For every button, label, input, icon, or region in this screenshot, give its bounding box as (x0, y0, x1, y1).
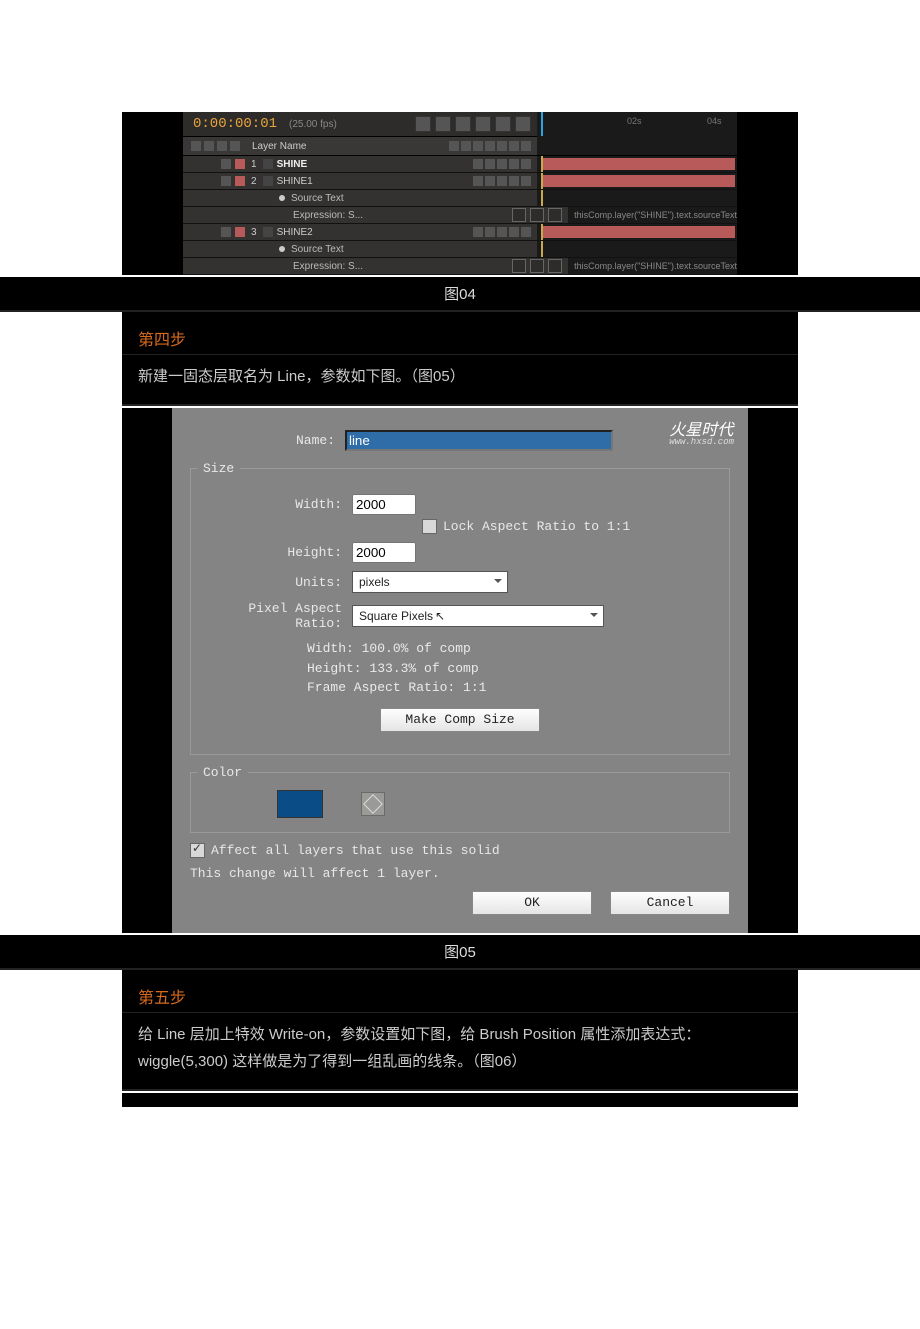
expression-label: Expression: S... (293, 261, 363, 272)
width-label: Width: (197, 497, 352, 512)
layer-row[interactable]: 3 SHINE2 (183, 224, 737, 241)
layer-row[interactable]: 2 SHINE1 (183, 173, 737, 190)
property-row[interactable]: Source Text (183, 241, 737, 258)
step4-body: 新建一固态层取名为 Line，参数如下图。（图05） (122, 355, 798, 406)
figure-05: 火星时代 www.hxsd.com Name: Size Width: Lock… (122, 408, 798, 933)
expr-graph-icon[interactable] (530, 259, 544, 273)
tool-icon[interactable] (475, 116, 491, 132)
tool-icon[interactable] (415, 116, 431, 132)
expression-text[interactable]: thisComp.layer("SHINE").text.sourceText (574, 210, 737, 220)
ok-button[interactable]: OK (472, 891, 592, 915)
ruler-tick: 02s (627, 116, 642, 126)
layer-index: 2 (251, 176, 257, 187)
twirl-icon[interactable] (221, 159, 231, 169)
layer-bar[interactable] (543, 158, 735, 170)
name-label: Name: (190, 433, 345, 448)
expr-toggle-icon[interactable] (512, 259, 526, 273)
timecode[interactable]: 0:00:00:01 (183, 116, 289, 132)
stopwatch-icon[interactable] (279, 246, 285, 252)
units-label: Units: (197, 575, 352, 590)
par-label: Pixel Aspect Ratio: (197, 601, 352, 631)
step5-body: 给 Line 层加上特效 Write-on，参数设置如下图，给 Brush Po… (122, 1013, 798, 1091)
eye-icon[interactable] (191, 141, 201, 151)
units-dropdown[interactable]: pixels (352, 571, 508, 593)
ae-timeline: 0:00:00:01 (25.00 fps) 02s 04s (183, 112, 737, 275)
affect-note: This change will affect 1 layer. (190, 866, 730, 881)
lock-aspect-checkbox[interactable] (422, 519, 437, 534)
size-group: Size Width: Lock Aspect Ratio to 1:1 Hei… (190, 461, 730, 755)
watermark-logo: 火星时代 www.hxsd.com (669, 416, 734, 447)
tool-icon[interactable] (435, 116, 451, 132)
figure-caption: 图04 (0, 277, 920, 312)
expr-toggle-icon[interactable] (512, 208, 526, 222)
figure-caption: 图05 (0, 935, 920, 970)
make-comp-size-button[interactable]: Make Comp Size (380, 708, 539, 732)
cancel-button[interactable]: Cancel (610, 891, 730, 915)
layer-bar[interactable] (543, 175, 735, 187)
expr-pickwhip-icon[interactable] (548, 208, 562, 222)
layer-color-icon (235, 227, 245, 237)
lock-aspect-label: Lock Aspect Ratio to 1:1 (443, 519, 630, 534)
time-ruler[interactable]: 02s 04s (537, 112, 737, 137)
layer-color-icon (235, 159, 245, 169)
name-input[interactable] (345, 430, 613, 451)
color-legend: Color (197, 765, 248, 780)
property-row[interactable]: Source Text (183, 190, 737, 207)
affect-all-label: Affect all layers that use this solid (211, 843, 500, 858)
fps-label: (25.00 fps) (289, 119, 337, 130)
layer-row[interactable]: 1 SHINE (183, 156, 737, 173)
par-dropdown[interactable]: Square Pixels↖ (352, 605, 604, 627)
ruler-tick: 04s (707, 116, 722, 126)
layer-switch-icons (449, 141, 537, 151)
twirl-icon[interactable] (221, 176, 231, 186)
layer-name[interactable]: SHINE (277, 159, 308, 170)
property-name: Source Text (291, 244, 344, 255)
layer-index: 3 (251, 227, 257, 238)
size-info: Width: 100.0% of comp Height: 133.3% of … (307, 639, 723, 698)
tool-icon[interactable] (455, 116, 471, 132)
figure-04: 0:00:00:01 (25.00 fps) 02s 04s (122, 112, 798, 275)
layer-type-icon (263, 159, 273, 169)
solid-settings-dialog: 火星时代 www.hxsd.com Name: Size Width: Lock… (172, 408, 748, 933)
color-group: Color (190, 765, 730, 833)
timeline-tool-icons (415, 116, 537, 132)
layer-color-icon (235, 176, 245, 186)
expr-pickwhip-icon[interactable] (548, 259, 562, 273)
step5-title: 第五步 (122, 970, 798, 1013)
layer-name[interactable]: SHINE2 (277, 227, 313, 238)
expr-graph-icon[interactable] (530, 208, 544, 222)
av-switch-icons (183, 141, 240, 151)
layer-index: 1 (251, 159, 257, 170)
height-input[interactable] (352, 542, 416, 563)
twirl-icon[interactable] (221, 227, 231, 237)
eyedropper-icon[interactable] (361, 792, 385, 816)
color-swatch[interactable] (277, 790, 323, 818)
expression-label: Expression: S... (293, 210, 363, 221)
speaker-icon[interactable] (204, 141, 214, 151)
tool-icon[interactable] (495, 116, 511, 132)
width-input[interactable] (352, 494, 416, 515)
height-label: Height: (197, 545, 352, 560)
trailing-strip (122, 1093, 798, 1107)
layer-bar[interactable] (543, 226, 735, 238)
affect-all-checkbox[interactable] (190, 843, 205, 858)
expression-row[interactable]: Expression: S... thisComp.layer("SHINE")… (183, 207, 737, 224)
cti-marker[interactable] (541, 112, 543, 136)
size-legend: Size (197, 461, 240, 476)
layer-type-icon (263, 176, 273, 186)
solo-icon[interactable] (217, 141, 227, 151)
expression-row[interactable]: Expression: S... thisComp.layer("SHINE")… (183, 258, 737, 275)
layer-name[interactable]: SHINE1 (277, 176, 313, 187)
lock-icon[interactable] (230, 141, 240, 151)
tool-icon[interactable] (515, 116, 531, 132)
column-layer-name: Layer Name (252, 141, 306, 152)
layer-type-icon (263, 227, 273, 237)
mouse-cursor-icon: ↖ (435, 609, 445, 623)
expression-text[interactable]: thisComp.layer("SHINE").text.sourceText (574, 261, 737, 271)
stopwatch-icon[interactable] (279, 195, 285, 201)
step4-title: 第四步 (122, 312, 798, 355)
property-name: Source Text (291, 193, 344, 204)
